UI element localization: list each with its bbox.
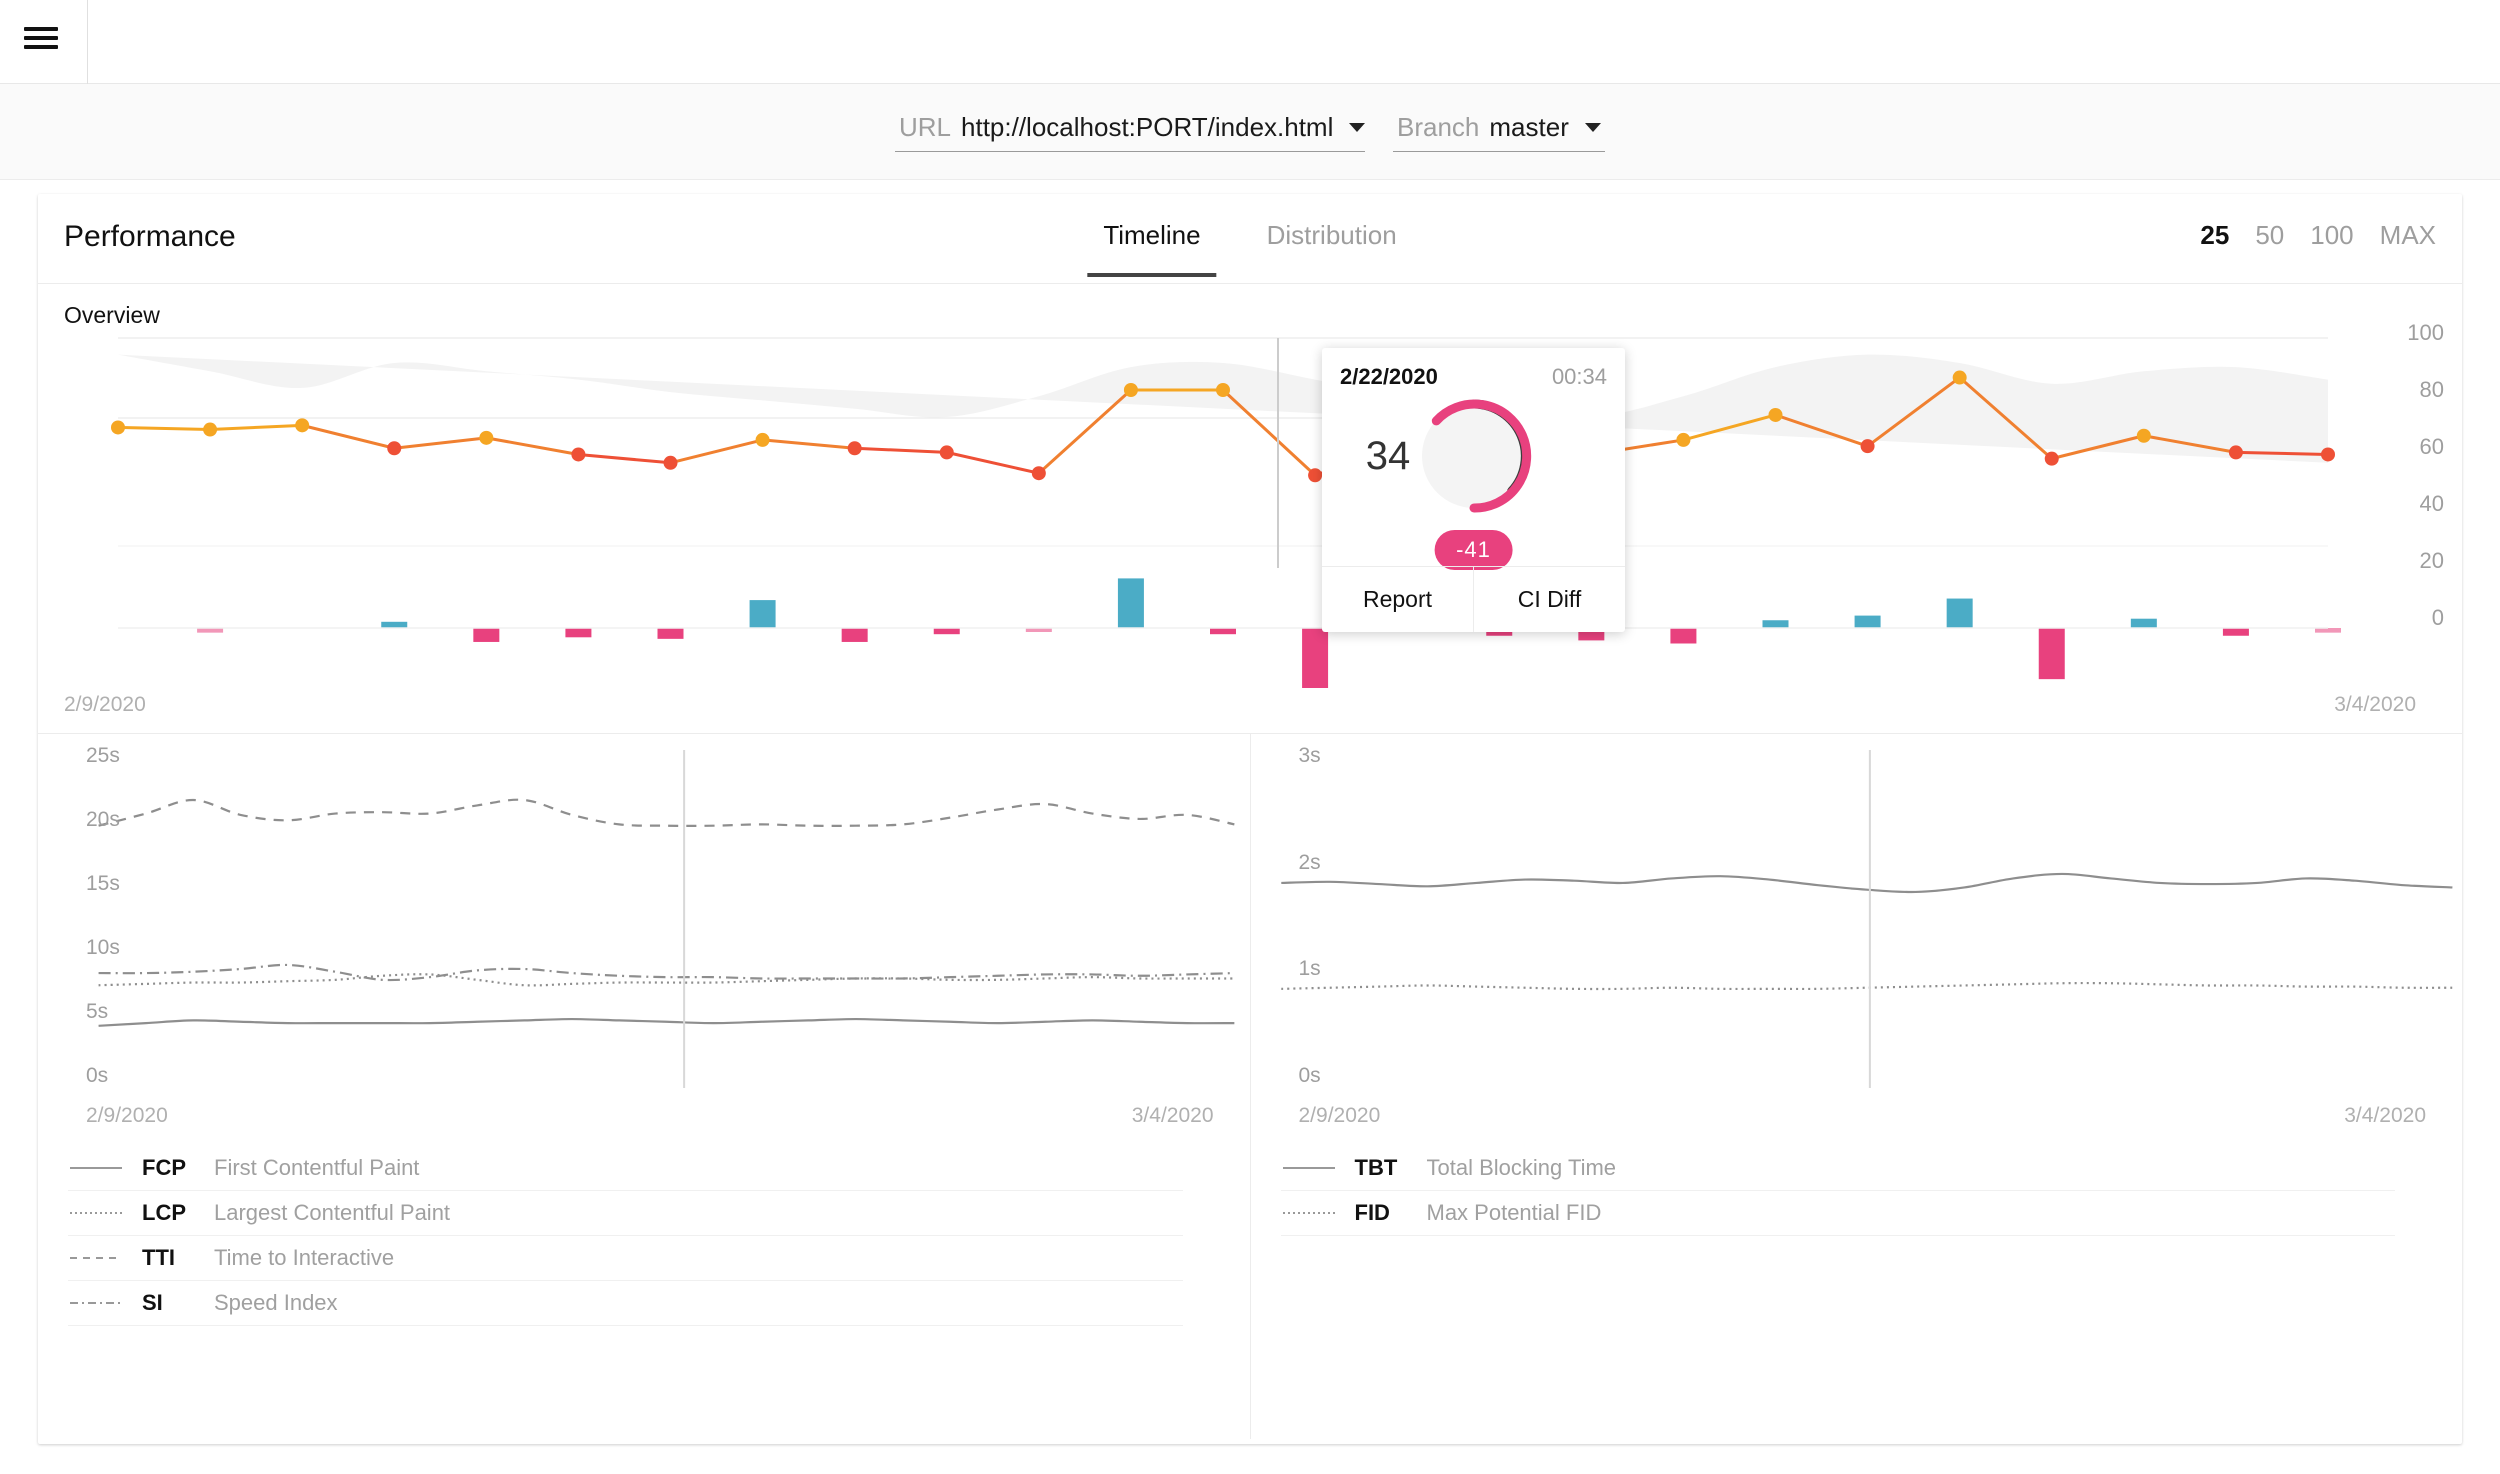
paint-x-axis: 2/9/2020 3/4/2020 xyxy=(38,1104,1250,1132)
overview-x-axis: 2/9/2020 3/4/2020 xyxy=(38,693,2462,719)
line-style-dashed-icon xyxy=(70,1257,122,1259)
page-title: Performance xyxy=(64,220,236,253)
x-axis-end-date: 3/4/2020 xyxy=(1131,1104,1214,1127)
tooltip-time: 00:34 xyxy=(1551,364,1607,389)
ci-diff-button[interactable]: CI Diff xyxy=(1473,567,1625,632)
y-tick: 1s xyxy=(1298,957,1321,980)
blocking-x-axis: 2/9/2020 3/4/2020 xyxy=(1251,1104,2463,1132)
run-count-selector: 25 50 100 MAX xyxy=(2200,220,2436,251)
line-style-dashdot-icon xyxy=(70,1302,122,1304)
x-axis-start-date: 2/9/2020 xyxy=(1298,1104,1381,1127)
paint-metrics-panel: 25s 20s 15s 10s 5s 0s 2/9/2020 3/4/2020 … xyxy=(38,734,1250,1439)
url-value: http://localhost:PORT/index.html xyxy=(961,111,1334,142)
line-style-solid-icon xyxy=(70,1167,122,1169)
legend-name: Time to Interactive xyxy=(214,1245,395,1270)
legend-item-lcp[interactable]: LCP Largest Contentful Paint xyxy=(68,1191,1183,1236)
appbar-divider xyxy=(87,0,88,84)
count-max[interactable]: MAX xyxy=(2380,220,2436,251)
legend-name: Largest Contentful Paint xyxy=(214,1200,451,1225)
legend-name: Max Potential FID xyxy=(1426,1200,1602,1225)
tooltip-date: 2/22/2020 xyxy=(1340,364,1438,389)
legend-abbr: TTI xyxy=(142,1245,175,1270)
tooltip-delta-badge: -41 xyxy=(1434,530,1513,570)
blocking-y-axis: 3s 2s 1s 0s xyxy=(1251,744,1371,1094)
legend-name: Total Blocking Time xyxy=(1426,1155,1617,1180)
url-label: URL xyxy=(899,111,952,142)
y-tick: 0 xyxy=(2431,605,2444,630)
line-style-solid-icon xyxy=(1282,1167,1335,1169)
y-tick: 40 xyxy=(2419,491,2444,516)
y-tick: 20 xyxy=(2419,548,2444,573)
y-tick: 15s xyxy=(86,872,120,895)
blocking-metrics-panel: 3s 2s 1s 0s 2/9/2020 3/4/2020 TBT Total … xyxy=(1249,734,2463,1439)
legend-name: First Contentful Paint xyxy=(214,1155,420,1180)
overview-label: Overview xyxy=(64,302,160,328)
y-tick: 20s xyxy=(86,808,120,831)
hamburger-bar xyxy=(24,36,58,40)
tooltip-score: 34 xyxy=(1365,433,1411,478)
paint-y-axis: 25s 20s 15s 10s 5s 0s xyxy=(38,744,158,1094)
hamburger-bar xyxy=(24,27,58,31)
blocking-legend: TBT Total Blocking Time FID Max Potentia… xyxy=(1280,1146,2396,1236)
tab-timeline[interactable]: Timeline xyxy=(1087,212,1217,277)
app-bar xyxy=(0,0,2500,84)
legend-item-si[interactable]: SI Speed Index xyxy=(68,1281,1183,1326)
legend-item-tti[interactable]: TTI Time to Interactive xyxy=(68,1236,1183,1281)
overview-chart[interactable] xyxy=(38,328,2462,688)
legend-name: Speed Index xyxy=(214,1290,338,1315)
x-axis-end-date: 3/4/2020 xyxy=(2344,1104,2426,1127)
y-tick: 80 xyxy=(2419,377,2444,402)
legend-item-tbt[interactable]: TBT Total Blocking Time xyxy=(1280,1146,2396,1191)
x-axis-start-date: 2/9/2020 xyxy=(86,1104,168,1127)
paint-legend: FCP First Contentful Paint LCP Largest C… xyxy=(68,1146,1183,1326)
y-tick: 100 xyxy=(2407,320,2444,345)
count-100[interactable]: 100 xyxy=(2310,220,2353,251)
y-tick: 0s xyxy=(1298,1064,1321,1087)
legend-item-fcp[interactable]: FCP First Contentful Paint xyxy=(68,1146,1183,1191)
branch-selector[interactable]: Branch master xyxy=(1393,112,1605,152)
paint-metrics-chart[interactable] xyxy=(38,744,1250,1094)
overview-section: Overview 100 80 60 40 20 0 2/9/2020 3/4/… xyxy=(38,284,2462,734)
y-tick: 25s xyxy=(86,744,120,767)
x-axis-start-date: 2/9/2020 xyxy=(64,693,146,716)
tooltip-actions: Report CI Diff xyxy=(1322,566,1625,632)
branch-label: Branch xyxy=(1397,111,1480,142)
y-tick: 60 xyxy=(2419,434,2444,459)
y-tick: 10s xyxy=(86,936,120,959)
overview-y-axis: 100 80 60 40 20 0 xyxy=(2342,320,2452,630)
y-tick: 2s xyxy=(1298,851,1321,874)
legend-abbr: SI xyxy=(142,1290,163,1315)
y-tick: 0s xyxy=(86,1064,109,1087)
filter-bar: URL http://localhost:PORT/index.html Bra… xyxy=(0,84,2500,180)
legend-abbr: FCP xyxy=(142,1155,186,1180)
app-root: URL http://localhost:PORT/index.html Bra… xyxy=(0,0,2500,1474)
legend-abbr: TBT xyxy=(1354,1155,1398,1180)
count-50[interactable]: 50 xyxy=(2255,220,2284,251)
tab-distribution[interactable]: Distribution xyxy=(1251,212,1413,277)
hamburger-bar xyxy=(24,45,58,49)
metric-panels: 25s 20s 15s 10s 5s 0s 2/9/2020 3/4/2020 … xyxy=(38,734,2462,1439)
x-axis-end-date: 3/4/2020 xyxy=(2334,693,2416,716)
count-25[interactable]: 25 xyxy=(2200,220,2229,251)
chevron-down-icon[interactable] xyxy=(1584,122,1601,132)
hamburger-menu-icon[interactable] xyxy=(22,23,60,53)
run-tooltip[interactable]: 2/22/2020 00:34 34 -41 Report CI Diff xyxy=(1322,348,1625,632)
line-style-dotted-icon xyxy=(1282,1212,1335,1214)
report-button[interactable]: Report xyxy=(1322,567,1473,632)
blocking-metrics-chart[interactable] xyxy=(1251,744,2463,1094)
y-tick: 5s xyxy=(86,1000,109,1023)
card-header: Performance Timeline Distribution 25 50 … xyxy=(38,194,2462,284)
view-tabs: Timeline Distribution xyxy=(1087,212,1412,277)
chevron-down-icon[interactable] xyxy=(1349,122,1366,132)
line-style-dotted-icon xyxy=(70,1212,122,1214)
legend-abbr: LCP xyxy=(142,1200,186,1225)
performance-card: Performance Timeline Distribution 25 50 … xyxy=(38,194,2462,1444)
legend-abbr: FID xyxy=(1354,1200,1390,1225)
y-tick: 3s xyxy=(1298,744,1321,767)
branch-value: master xyxy=(1489,111,1569,142)
url-selector[interactable]: URL http://localhost:PORT/index.html xyxy=(895,111,1366,152)
legend-item-fid[interactable]: FID Max Potential FID xyxy=(1280,1191,2396,1236)
